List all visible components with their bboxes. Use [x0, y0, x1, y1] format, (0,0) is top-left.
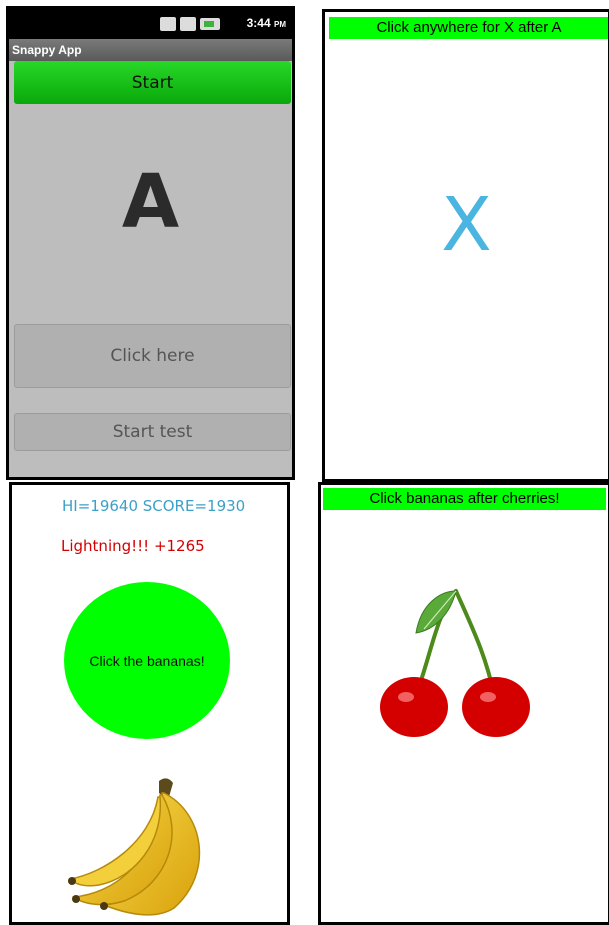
instruction-banner: Click bananas after cherries!	[323, 488, 606, 510]
clock-suffix: PM	[274, 20, 286, 29]
circle-label: Click the bananas!	[89, 652, 205, 669]
sim-icon	[160, 17, 176, 31]
bonus-text: Lightning!!! +1265	[61, 537, 205, 555]
big-letter: A	[121, 159, 180, 245]
instruction-banner: Click anywhere for X after A	[329, 17, 608, 39]
battery-icon	[200, 18, 220, 30]
app-title: Snappy App	[9, 39, 292, 61]
phone-screen-panel: 3:44 PM Snappy App Start A Click here St…	[6, 6, 295, 480]
score-text: HI=19640 SCORE=1930	[62, 497, 246, 515]
signal-icon	[180, 17, 196, 31]
target-letter: X	[441, 182, 492, 268]
status-icons	[160, 17, 220, 31]
target-circle[interactable]: Click the bananas!	[64, 582, 230, 739]
click-here-button[interactable]: Click here	[14, 324, 291, 388]
cherries-icon[interactable]	[376, 585, 536, 745]
score-panel: HI=19640 SCORE=1930 Lightning!!! +1265 C…	[9, 482, 290, 925]
status-bar: 3:44 PM	[9, 9, 292, 39]
start-test-button[interactable]: Start test	[14, 413, 291, 451]
x-screen-panel[interactable]: Click anywhere for X after A X	[322, 9, 609, 482]
clock: 3:44 PM	[247, 16, 286, 30]
start-button[interactable]: Start	[14, 61, 291, 104]
clock-time: 3:44	[246, 16, 271, 30]
bananas-icon[interactable]	[64, 773, 224, 923]
cherries-panel[interactable]: Click bananas after cherries!	[318, 482, 609, 925]
